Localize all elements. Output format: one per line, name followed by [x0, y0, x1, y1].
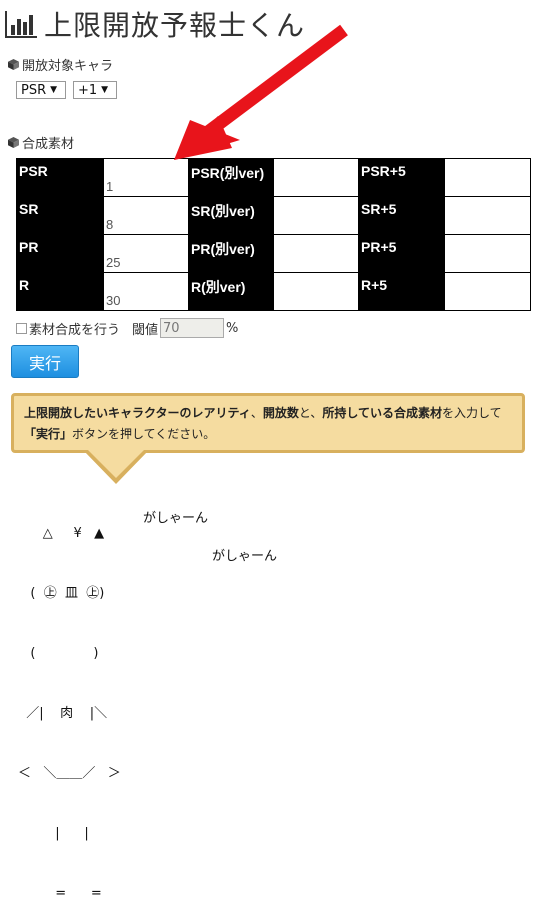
- red-arrow-icon: [174, 24, 348, 160]
- run-button[interactable]: 実行: [11, 345, 79, 378]
- materials-table: PSR 1 PSR(別ver) PSR+5 SR 8 SR(別ver) SR+5…: [16, 158, 531, 311]
- target-section-label: 開放対象キャラ: [8, 55, 113, 74]
- level-select[interactable]: +1 ▼: [73, 81, 117, 99]
- materials-section-label: 合成素材: [8, 133, 74, 152]
- bubble-tail: [83, 450, 149, 484]
- cube-icon: [8, 137, 19, 148]
- material-input-psr-plus5[interactable]: [444, 158, 531, 197]
- material-label: R+5: [358, 272, 445, 311]
- material-input-r[interactable]: 30: [103, 272, 189, 311]
- bar-chart-icon: [5, 11, 37, 38]
- sound-effect-text: がしゃーん: [212, 549, 278, 564]
- material-label: PR+5: [358, 234, 445, 273]
- dropdown-arrow-icon: ▼: [101, 85, 109, 95]
- synth-checkbox[interactable]: [16, 322, 27, 334]
- table-row: PR 25 PR(別ver) PR+5: [16, 234, 531, 273]
- table-row: R 30 R(別ver) R+5: [16, 272, 531, 311]
- material-label: PSR: [16, 158, 104, 197]
- material-input-sr-plus5[interactable]: [444, 196, 531, 235]
- material-input-r-plus5[interactable]: [444, 272, 531, 311]
- material-label: SR+5: [358, 196, 445, 235]
- material-label: R(別ver): [188, 272, 274, 311]
- ascii-art: △ ¥ ▲ ( ㊤ 皿 ㊤) ( ) ／| 肉 |＼ ＜ ＼＿＿／ ＞ | | …: [18, 526, 121, 901]
- material-input-pr-alt[interactable]: [273, 234, 359, 273]
- material-label: SR: [16, 196, 104, 235]
- material-input-sr-alt[interactable]: [273, 196, 359, 235]
- cube-icon: [8, 59, 19, 70]
- material-input-pr[interactable]: 25: [103, 234, 189, 273]
- material-label: R: [16, 272, 104, 311]
- sound-effect-text: がしゃーん: [143, 511, 209, 526]
- synth-label: 素材合成を行う: [29, 322, 121, 338]
- material-label: PR(別ver): [188, 234, 274, 273]
- material-input-r-alt[interactable]: [273, 272, 359, 311]
- threshold-unit: %: [226, 320, 239, 336]
- material-input-sr[interactable]: 8: [103, 196, 189, 235]
- options-row: 素材合成を行う 閾値 70 %: [16, 318, 238, 338]
- material-input-pr-plus5[interactable]: [444, 234, 531, 273]
- rarity-select[interactable]: PSR ▼: [16, 81, 66, 99]
- material-label: SR(別ver): [188, 196, 274, 235]
- threshold-input[interactable]: 70: [160, 318, 225, 338]
- instruction-bubble: 上限開放したいキャラクターのレアリティ、開放数と、所持している合成素材を入力して…: [11, 393, 525, 453]
- dropdown-arrow-icon: ▼: [50, 85, 58, 95]
- material-label: PR: [16, 234, 104, 273]
- material-label: PSR+5: [358, 158, 445, 197]
- threshold-label: 閾値: [132, 322, 159, 338]
- table-row: SR 8 SR(別ver) SR+5: [16, 196, 531, 235]
